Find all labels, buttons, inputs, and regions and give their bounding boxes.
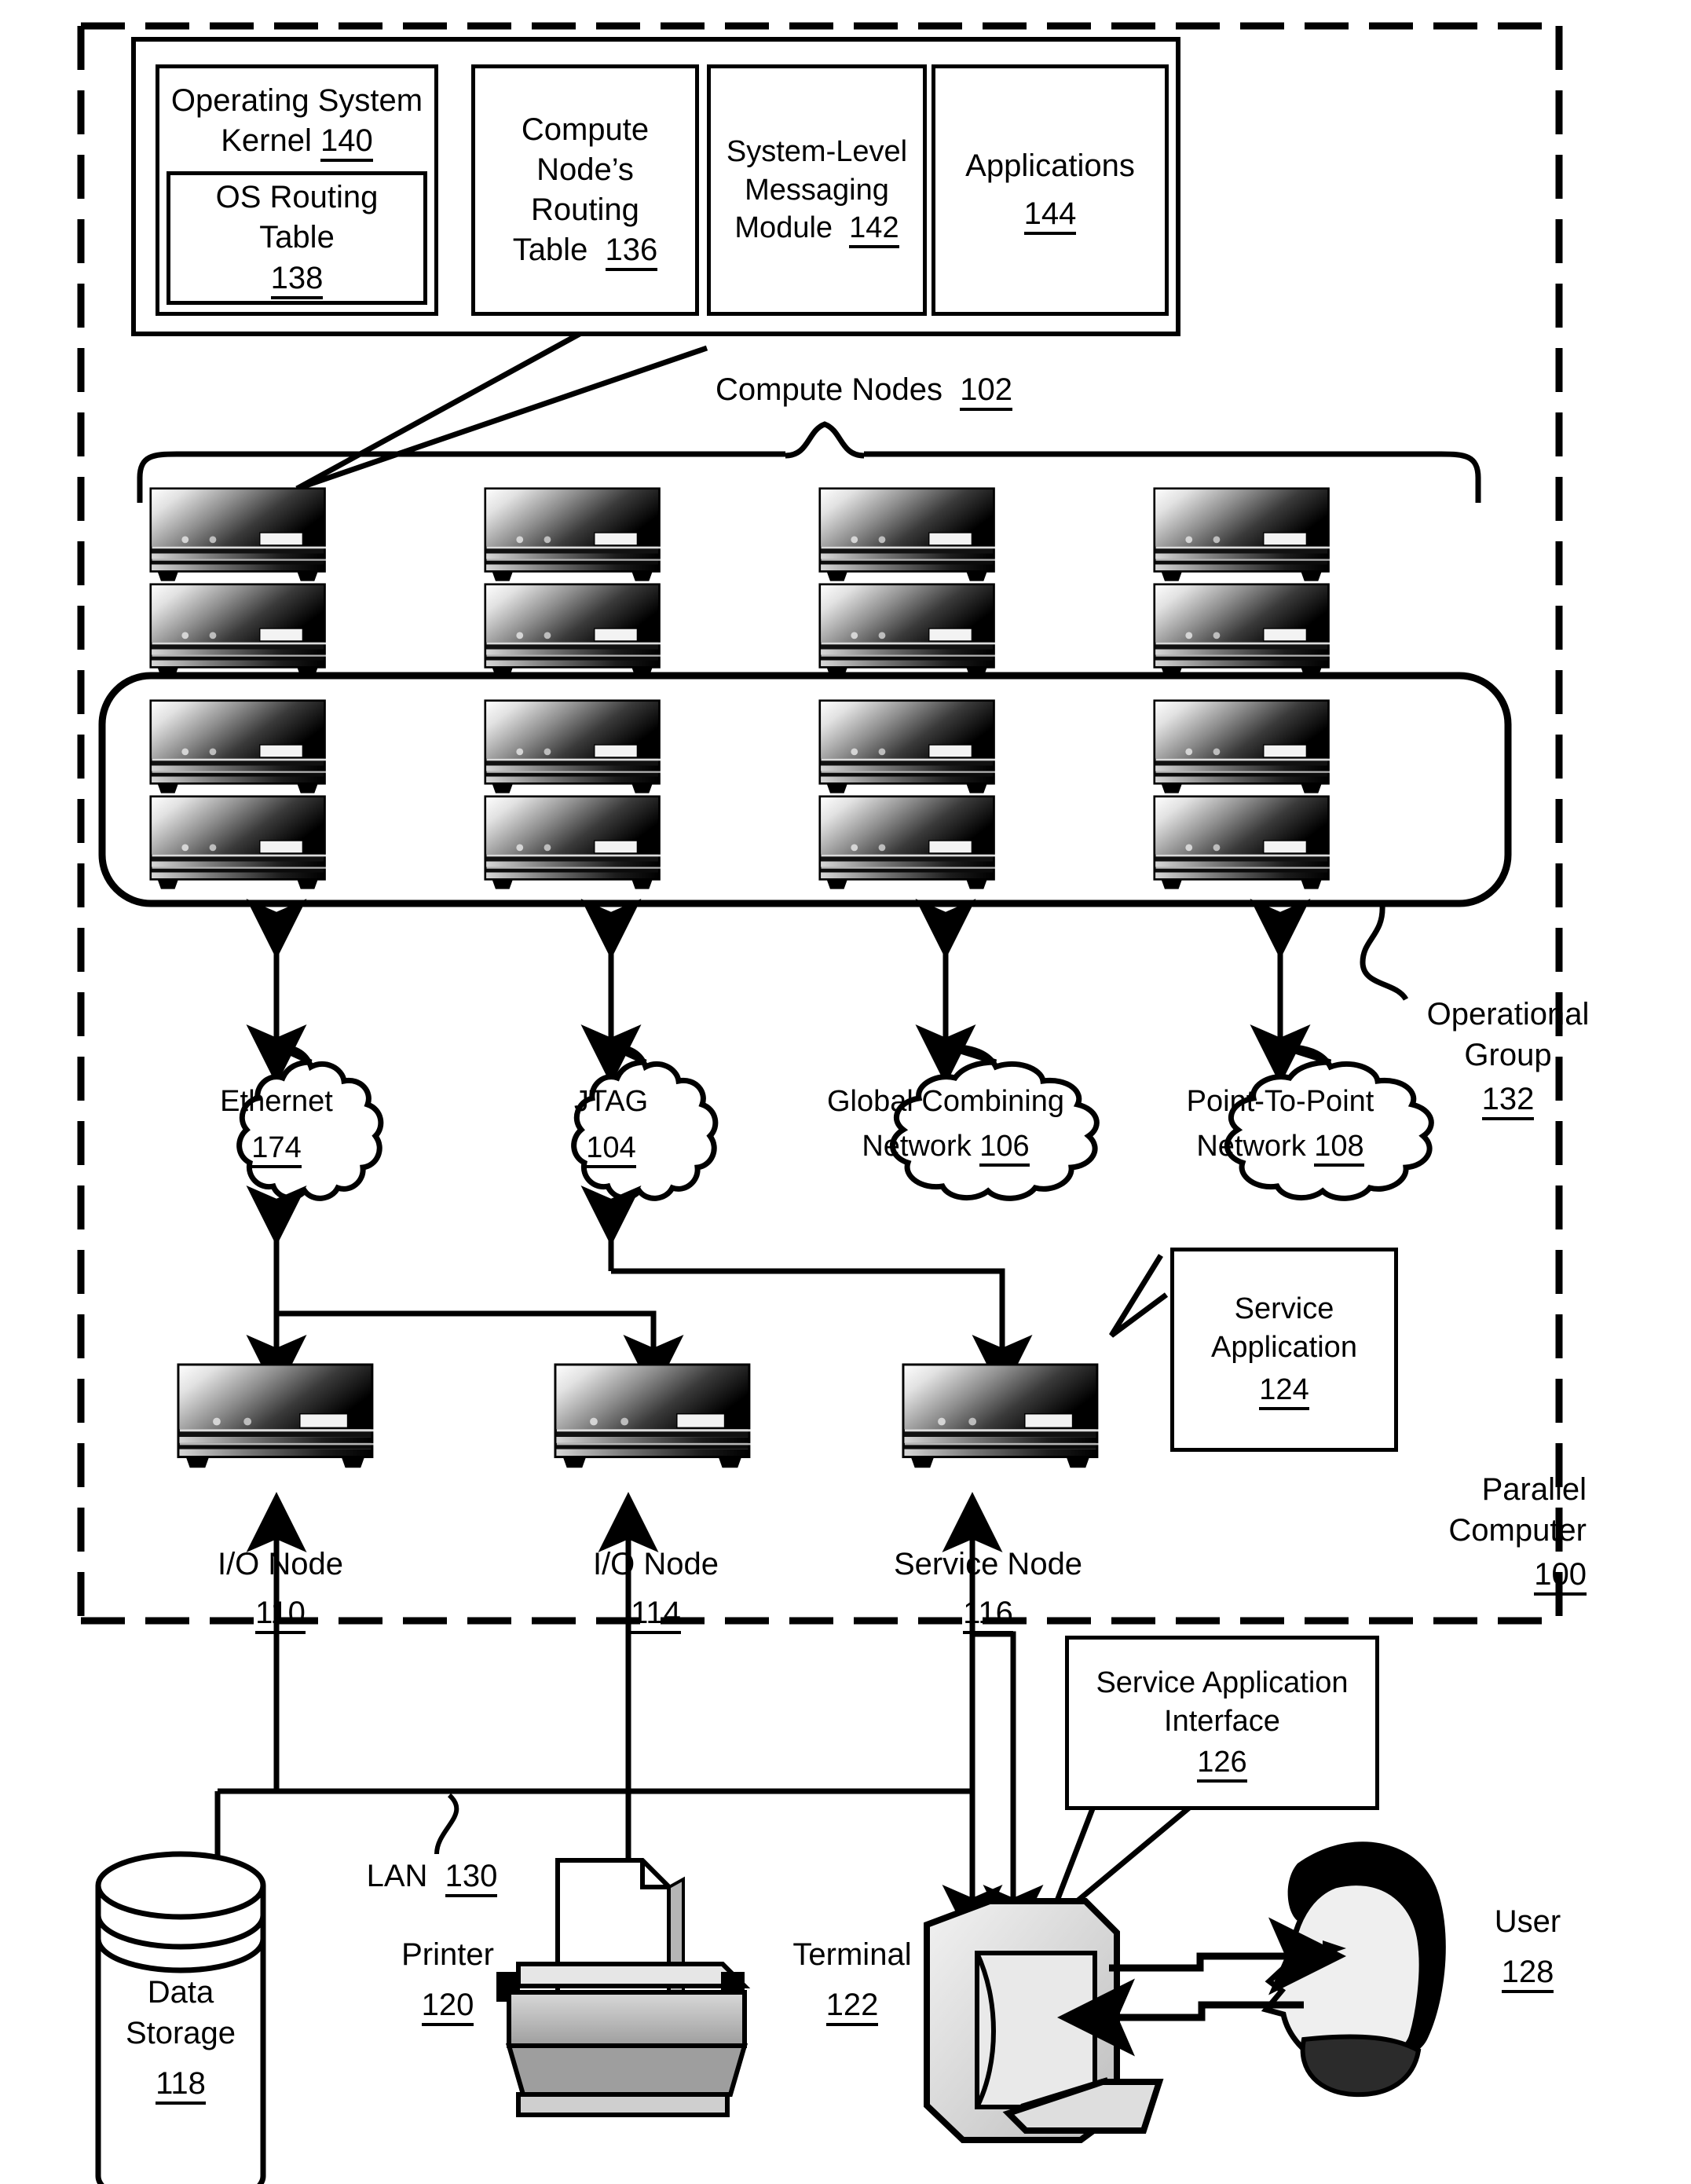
compute-node — [1153, 795, 1331, 891]
terminal-label: Terminal 122 — [778, 1934, 927, 2026]
figure-canvas: Operating System Kernel 140 OS Routing T… — [0, 0, 1691, 2184]
jtag-cloud-label: JTAG 104 — [513, 1083, 709, 1169]
service-node-ref: 116 — [963, 1596, 1013, 1634]
parallel-computer-ref: 100 — [1534, 1557, 1587, 1596]
data-storage-label: Data Storage 118 — [98, 1972, 263, 2105]
compute-node-routing-table-box: Compute Node’s Routing Table 136 — [471, 64, 699, 316]
compute-node — [149, 583, 328, 678]
operational-group-ref: 132 — [1481, 1082, 1535, 1120]
user-ref: 128 — [1501, 1955, 1554, 1993]
service-node-label: Service Node 116 — [870, 1544, 1106, 1634]
operational-group-label: Operational Group 132 — [1390, 994, 1626, 1120]
slmm-l1: System-Level — [726, 135, 908, 169]
service-application-leader — [1109, 1254, 1169, 1338]
applications-ref: 144 — [1023, 196, 1077, 235]
printer-icon — [496, 1858, 751, 2117]
compute-node — [818, 795, 997, 891]
slmm-l2: Messaging — [745, 173, 889, 207]
service-application-ref: 124 — [1259, 1373, 1309, 1411]
global-combining-network-cloud-label: Global Combining Network 106 — [804, 1083, 1087, 1167]
applications-label: Applications — [965, 148, 1135, 183]
io-node-114-ref: 114 — [631, 1596, 681, 1634]
printer-label: Printer 120 — [377, 1934, 518, 2026]
cnrt-l4: Table — [512, 233, 588, 268]
ethernet-cloud-label: Ethernet 174 — [178, 1083, 375, 1169]
jtag-ref: 104 — [586, 1131, 636, 1169]
io-node-110-ref: 110 — [255, 1596, 306, 1634]
cnrt-l2: Node’s — [536, 152, 634, 187]
io-and-service-nodes — [177, 1363, 1100, 1469]
compute-node-grid — [149, 487, 1331, 891]
cnrt-l1: Compute — [521, 112, 650, 147]
os-kernel-label-l2: Kernel — [221, 123, 312, 159]
os-routing-table-box: OS Routing Table 138 — [167, 171, 427, 305]
node-network-connectors — [246, 899, 1311, 1085]
system-level-messaging-module-box: System-Level Messaging Module 142 — [707, 64, 927, 316]
service-node-116-graphic — [902, 1363, 1100, 1469]
compute-node — [1153, 487, 1331, 582]
os-kernel-label-l1: Operating System — [170, 83, 423, 118]
compute-node — [149, 699, 328, 794]
service-application-box: Service Application 124 — [1170, 1248, 1398, 1452]
compute-node — [484, 583, 662, 678]
lan-ref: 130 — [445, 1859, 498, 1897]
compute-node — [818, 699, 997, 794]
service-application-interface-ref: 126 — [1197, 1746, 1247, 1783]
software-to-node-leader — [295, 331, 708, 492]
compute-node — [484, 795, 662, 891]
compute-nodes-ref: 102 — [960, 372, 1013, 411]
user-icon — [1261, 1841, 1446, 2098]
ptp-ref: 108 — [1314, 1130, 1364, 1167]
os-routing-table-ref: 138 — [270, 260, 324, 299]
os-routing-table-label: OS Routing Table — [215, 180, 379, 255]
lan-label: LAN 130 — [330, 1856, 534, 1897]
os-kernel-ref: 140 — [320, 123, 373, 163]
cloud-to-io-connectors — [246, 1185, 1033, 1395]
compute-node — [1153, 583, 1331, 678]
compute-node — [1153, 699, 1331, 794]
compute-node — [149, 795, 328, 891]
compute-node — [149, 487, 328, 582]
service-application-interface-box: Service Application Interface 126 — [1065, 1636, 1379, 1810]
printer-ref: 120 — [421, 1988, 474, 2026]
cnrt-ref: 136 — [605, 233, 658, 272]
io-node-110-graphic — [177, 1363, 375, 1469]
point-to-point-network-cloud-label: Point-To-Point Network 108 — [1140, 1083, 1420, 1167]
data-storage-ref: 118 — [156, 2066, 206, 2105]
ethernet-ref: 174 — [251, 1131, 302, 1169]
user-label: User 128 — [1461, 1901, 1594, 1993]
compute-node — [818, 583, 997, 678]
gcn-ref: 106 — [979, 1130, 1030, 1167]
io-node-110-label: I/O Node 110 — [174, 1544, 386, 1634]
io-node-114-graphic — [554, 1363, 752, 1469]
slmm-l3: Module — [734, 211, 833, 245]
slmm-ref: 142 — [849, 211, 899, 249]
compute-nodes-label: Compute Nodes 102 — [683, 369, 1045, 411]
compute-node — [818, 487, 997, 582]
operational-group-leader — [1360, 904, 1409, 1002]
parallel-computer-label: Parallel Computer 100 — [1398, 1469, 1587, 1596]
compute-node — [484, 699, 662, 794]
compute-node — [484, 487, 662, 582]
applications-box: Applications 144 — [932, 64, 1169, 316]
io-node-114-label: I/O Node 114 — [550, 1544, 762, 1634]
terminal-ref: 122 — [825, 1988, 879, 2026]
cnrt-l3: Routing — [531, 192, 639, 227]
